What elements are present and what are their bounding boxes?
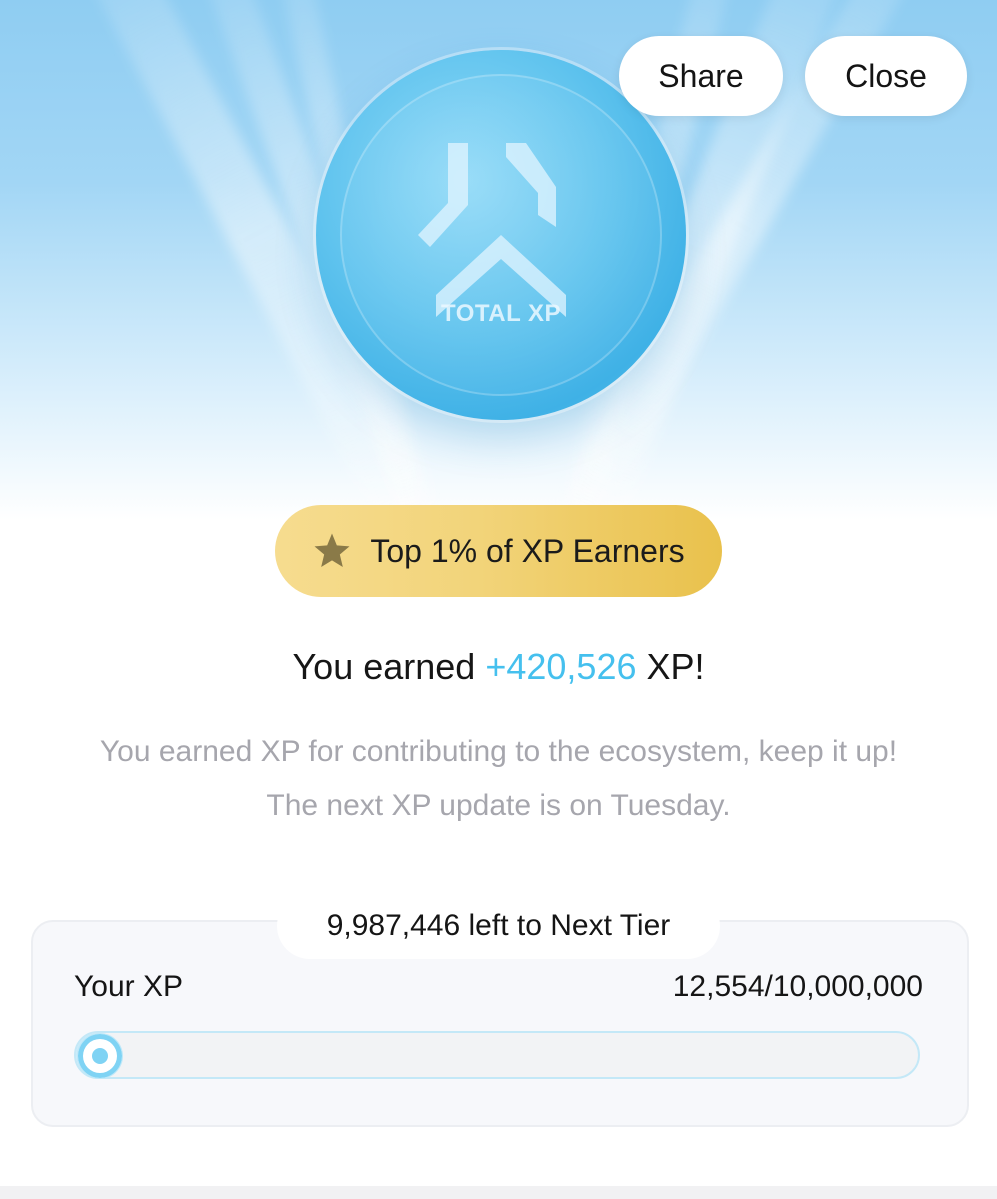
- close-button[interactable]: Close: [805, 36, 967, 116]
- xp-progress-bar: [74, 1031, 920, 1079]
- coin-label: TOTAL XP: [440, 300, 561, 327]
- your-xp-label: Your XP: [74, 970, 183, 1003]
- earned-prefix: You earned: [292, 646, 486, 687]
- xp-summary-modal: TOTAL XP Share Close Top 1% of XP Earner…: [0, 0, 997, 1199]
- xp-logo-icon: [418, 143, 566, 317]
- total-xp-coin: TOTAL XP: [316, 50, 686, 420]
- earned-headline: You earned +420,526 XP!: [0, 646, 997, 688]
- rank-label: Top 1% of XP Earners: [370, 532, 685, 569]
- xp-progress-knob: [78, 1034, 122, 1078]
- bottom-edge: [0, 1186, 997, 1199]
- earned-description: You earned XP for contributing to the ec…: [99, 735, 898, 822]
- your-xp-value: 12,554/10,000,000: [672, 970, 923, 1003]
- next-tier-remaining: 9,987,446 left to Next Tier: [277, 893, 720, 959]
- earned-amount: +420,526: [485, 646, 637, 687]
- star-icon: [314, 533, 350, 567]
- earned-suffix: XP!: [636, 646, 705, 687]
- share-button[interactable]: Share: [619, 36, 783, 116]
- rank-badge: Top 1% of XP Earners: [275, 505, 722, 597]
